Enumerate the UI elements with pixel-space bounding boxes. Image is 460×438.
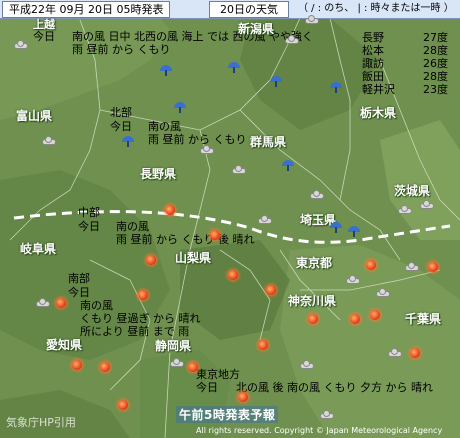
header-bar: 平成22年 09月 20日 05時発表 20日の天気 （ / : のち、 | :…: [0, 0, 460, 19]
pref-label-nagano: 長野県: [140, 167, 177, 181]
sun-icon: [188, 362, 198, 372]
cloud-icon: [388, 348, 402, 357]
sun-icon: [370, 310, 380, 320]
sun-icon: [428, 262, 438, 272]
temp-city: 軽井沢: [362, 83, 395, 96]
sun-icon: [366, 260, 376, 270]
sun-icon: [258, 340, 268, 350]
temperature-table: 長野 27度 松本 28度 諏訪 26度 飯田 28度 軽井沢 23度: [362, 31, 448, 96]
region-label-hokubu: 北部: [110, 106, 132, 119]
forecast-chubu-day: 今日: [78, 220, 100, 233]
forecast-joetsu-day: 今日: [33, 30, 55, 43]
temperature-row: 松本 28度: [362, 44, 448, 57]
umbrella-icon: [174, 102, 186, 114]
cloud-icon: [405, 262, 419, 271]
cloud-icon: [42, 136, 56, 145]
legend-note: （ / : のち、 | : 時々または一時 ）: [298, 3, 454, 14]
pref-label-chiba: 千葉県: [405, 312, 442, 326]
sun-icon: [118, 400, 128, 410]
pref-label-tochigi: 栃木県: [360, 106, 397, 120]
umbrella-icon: [122, 136, 134, 148]
sun-icon: [210, 230, 220, 240]
forecast-hokubu-text: 南の風 雨 昼前 から くもり: [148, 120, 247, 146]
pref-label-aichi: 愛知県: [46, 338, 83, 352]
temp-value: 26度: [423, 57, 448, 70]
umbrella-icon: [330, 222, 342, 234]
sun-icon: [100, 362, 110, 372]
cloud-icon: [398, 205, 412, 214]
forecast-title: 午前5時発表予報: [176, 406, 279, 423]
sun-icon: [165, 205, 175, 215]
temp-city: 飯田: [362, 70, 384, 83]
sun-icon: [56, 298, 66, 308]
cloud-icon: [14, 40, 28, 49]
temp-value: 27度: [423, 31, 448, 44]
umbrella-icon: [160, 65, 172, 77]
forecast-nanbu-day: 今日: [68, 286, 90, 299]
temp-value: 23度: [423, 83, 448, 96]
temp-city: 長野: [362, 31, 384, 44]
sun-icon: [410, 348, 420, 358]
temp-value: 28度: [423, 70, 448, 83]
umbrella-icon: [228, 62, 240, 74]
cloud-icon: [285, 35, 299, 44]
pref-label-ibaraki: 茨城県: [394, 184, 431, 198]
region-label-tokyo-chiho: 東京地方: [196, 368, 240, 381]
forecast-chubu-text: 南の風 雨 昼前 から くもり 後 晴れ: [116, 220, 255, 246]
pref-label-tokyo: 東京都: [296, 256, 333, 270]
sun-icon: [266, 285, 276, 295]
pref-label-niigata: 新潟県: [238, 22, 275, 36]
temp-city: 松本: [362, 44, 384, 57]
temperature-row: 諏訪 26度: [362, 57, 448, 70]
cloud-icon: [346, 275, 360, 284]
sun-icon: [228, 270, 238, 280]
temperature-row: 飯田 28度: [362, 70, 448, 83]
umbrella-icon: [330, 82, 342, 94]
pref-label-yamanashi: 山梨県: [175, 251, 212, 265]
sun-icon: [72, 360, 82, 370]
sun-icon: [146, 255, 156, 265]
region-label-chubu: 中部: [78, 206, 100, 219]
forecast-nanbu-text: 南の風 くもり 昼過ぎ から 晴れ 所により 昼前 まで 雨: [80, 299, 201, 338]
forecast-hokubu-day: 今日: [110, 120, 132, 133]
day-label: 20日の天気: [209, 1, 289, 18]
temperature-row: 長野 27度: [362, 31, 448, 44]
sun-icon: [308, 314, 318, 324]
umbrella-icon: [348, 226, 360, 238]
temperature-row: 軽井沢 23度: [362, 83, 448, 96]
pref-label-gifu: 岐阜県: [20, 242, 57, 256]
cloud-icon: [232, 165, 246, 174]
cloud-icon: [310, 190, 324, 199]
cloud-icon: [320, 410, 334, 419]
temp-city: 諏訪: [362, 57, 384, 70]
source-credit: 気象庁HP引用: [6, 416, 76, 429]
forecast-joetsu-text: 南の風 日中 北西の風 海上 では 西の風 やや強く 雨 昼前 から くもり: [72, 30, 313, 56]
pref-label-shizuoka: 静岡県: [155, 339, 192, 353]
cloud-icon: [376, 288, 390, 297]
cloud-icon: [36, 298, 50, 307]
cloud-icon: [200, 145, 214, 154]
pref-label-toyama: 富山県: [16, 109, 53, 123]
cloud-icon: [300, 360, 314, 369]
weather-map: 平成22年 09月 20日 05時発表 20日の天気 （ / : のち、 | :…: [0, 0, 460, 438]
copyright: All rights reserved. Copyright © Japan M…: [196, 426, 443, 435]
temp-value: 28度: [423, 44, 448, 57]
pref-label-kanagawa: 神奈川県: [288, 294, 337, 308]
cloud-icon: [420, 200, 434, 209]
sun-icon: [350, 314, 360, 324]
issued-time: 平成22年 09月 20日 05時発表: [2, 1, 171, 18]
umbrella-icon: [282, 160, 294, 172]
cloud-icon: [305, 15, 319, 24]
cloud-icon: [170, 358, 184, 367]
sun-icon: [238, 392, 248, 402]
forecast-tokyo-day: 今日: [196, 381, 218, 394]
forecast-tokyo-text: 北の風 後 南の風 くもり 夕方 から 晴れ: [236, 381, 433, 394]
umbrella-icon: [270, 76, 282, 88]
region-label-nanbu: 南部: [68, 272, 90, 285]
cloud-icon: [258, 215, 272, 224]
pref-label-gunma: 群馬県: [250, 135, 287, 149]
sun-icon: [138, 290, 148, 300]
